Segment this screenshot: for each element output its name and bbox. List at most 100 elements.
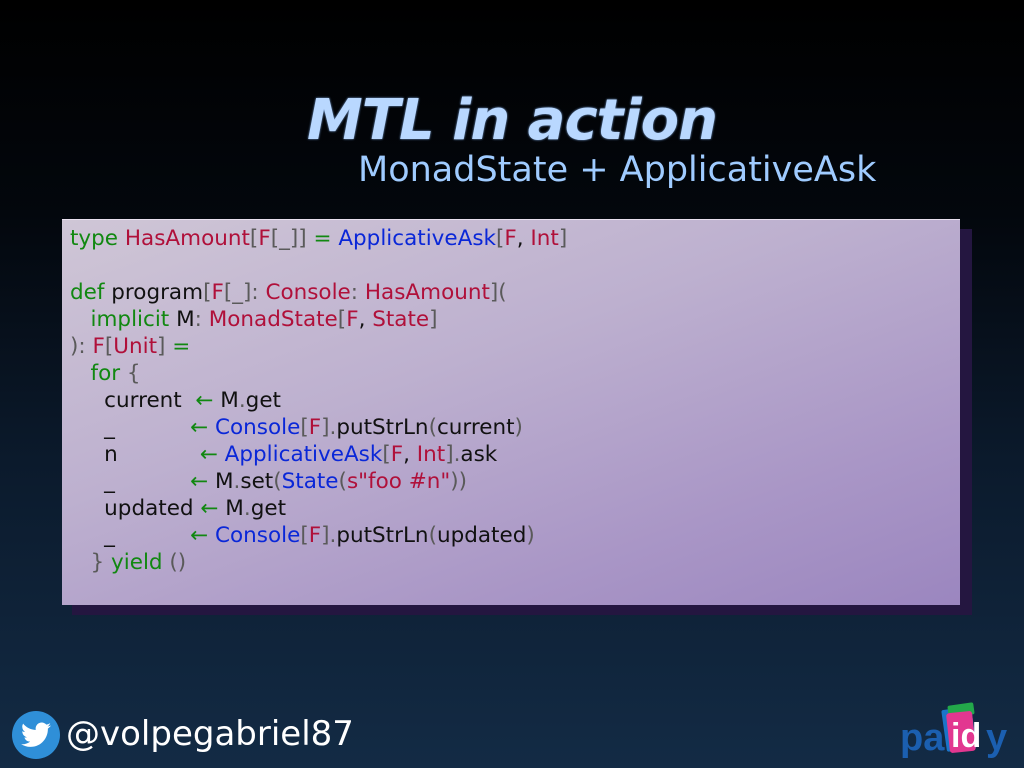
code-token: F	[308, 523, 322, 548]
slide-subtitle: MonadState + ApplicativeAsk	[358, 150, 877, 190]
code-token: s"foo #n"	[346, 469, 451, 494]
code-token: {	[126, 361, 141, 386]
code-token: State	[372, 307, 430, 332]
code-token: ←	[190, 523, 215, 548]
code-token: [	[300, 415, 309, 440]
code-token: F	[504, 226, 517, 251]
code-line: _ ← Console[F].putStrLn(current)	[70, 414, 567, 441]
code-token: =	[172, 334, 191, 359]
code-line: def program[F[_]: Console: HasAmount](	[70, 279, 567, 306]
code-token: get	[245, 388, 281, 413]
code-token: =	[313, 226, 339, 251]
code-token: ()	[169, 550, 187, 575]
code-line: updated ← M.get	[70, 495, 567, 522]
code-token: ←	[199, 442, 225, 467]
code-token: _	[70, 415, 191, 440]
code-token: ](	[489, 280, 507, 305]
code-token: def	[70, 280, 112, 305]
code-token: current	[70, 388, 196, 413]
code-token: Console	[214, 523, 301, 548]
code-token: putStrLn	[336, 415, 429, 440]
code-token: (	[273, 469, 282, 494]
code-token: HasAmount	[124, 226, 250, 251]
code-line: _ ← M.set(State(s"foo #n"))	[70, 468, 567, 495]
code-token: F	[346, 307, 359, 332]
code-token: ]	[429, 307, 438, 332]
paidy-logo: pa id y	[900, 702, 1007, 759]
code-token: F	[390, 442, 404, 467]
svg-text:y: y	[986, 717, 1007, 759]
code-token: ←	[190, 415, 215, 440]
code-token: Int	[530, 226, 559, 251]
code-token: [_]	[270, 226, 299, 251]
code-line: } yield ()	[70, 549, 567, 576]
code-token: _	[70, 469, 191, 494]
code-token: ApplicativeAsk	[338, 226, 496, 251]
code-token: :	[194, 307, 209, 332]
code-token: M	[220, 388, 239, 413]
code-token: Console	[214, 415, 301, 440]
code-token: (	[428, 523, 437, 548]
code-token: ))	[450, 469, 468, 494]
code-token: Int	[416, 442, 446, 467]
code-line: implicit M: MonadState[F, State]	[70, 306, 567, 333]
code-token: n	[70, 442, 200, 467]
code-token: ]	[558, 226, 568, 251]
code-token: ]	[445, 442, 454, 467]
code-token: updated	[436, 523, 527, 548]
code-line: current ← M.get	[70, 387, 567, 414]
code-token: for	[70, 361, 127, 386]
code-token: ):	[70, 334, 93, 359]
code-token: Unit	[113, 334, 158, 359]
code-token: ,	[516, 226, 531, 251]
code-token: ]	[157, 334, 173, 359]
code-token: program	[111, 280, 204, 305]
code-token: F	[92, 334, 105, 359]
code-token: Console	[265, 280, 351, 305]
code-token: [	[337, 307, 347, 332]
code-token: .	[243, 496, 251, 521]
code-token: [_]:	[223, 280, 266, 305]
code-token: putStrLn	[336, 523, 429, 548]
code-token: M	[176, 307, 195, 332]
svg-text:id: id	[951, 717, 981, 755]
code-token: .	[238, 388, 246, 413]
code-listing: type HasAmount[F[_]] = ApplicativeAsk[F,…	[70, 225, 567, 576]
code-token: }	[70, 550, 112, 575]
code-token: :	[350, 280, 365, 305]
code-token: (	[428, 415, 437, 440]
code-token: F	[211, 280, 224, 305]
code-token: ,	[358, 307, 373, 332]
code-token: F	[308, 415, 322, 440]
code-token: updated	[70, 496, 201, 521]
code-token: type	[70, 226, 125, 251]
code-line: ): F[Unit] =	[70, 333, 567, 360]
code-line: type HasAmount[F[_]] = ApplicativeAsk[F,…	[70, 225, 567, 252]
code-token: current	[436, 415, 515, 440]
code-token: ApplicativeAsk	[224, 442, 383, 467]
code-token: )	[514, 415, 523, 440]
code-token: ,	[403, 442, 417, 467]
code-line: _ ← Console[F].putStrLn(updated)	[70, 522, 567, 549]
code-token: (	[338, 469, 347, 494]
code-block: type HasAmount[F[_]] = ApplicativeAsk[F,…	[62, 219, 960, 605]
code-line: n ← ApplicativeAsk[F, Int].ask	[70, 441, 567, 468]
code-token: implicit	[70, 307, 177, 332]
code-token: F	[258, 226, 271, 251]
code-token: set	[240, 469, 274, 494]
code-token: )	[526, 523, 535, 548]
code-token: [	[104, 334, 114, 359]
code-token: State	[281, 469, 339, 494]
code-token: get	[250, 496, 286, 521]
code-token: ask	[460, 442, 498, 467]
code-token: ←	[190, 469, 215, 494]
code-token: HasAmount	[364, 280, 490, 305]
code-token: [	[382, 442, 391, 467]
twitter-handle[interactable]: @volpegabriel87	[66, 714, 354, 754]
code-token: ←	[195, 388, 221, 413]
code-token: _	[70, 523, 191, 548]
code-token: ]	[298, 226, 314, 251]
slide-title: MTL in action	[307, 88, 718, 153]
twitter-icon[interactable]	[12, 711, 60, 759]
